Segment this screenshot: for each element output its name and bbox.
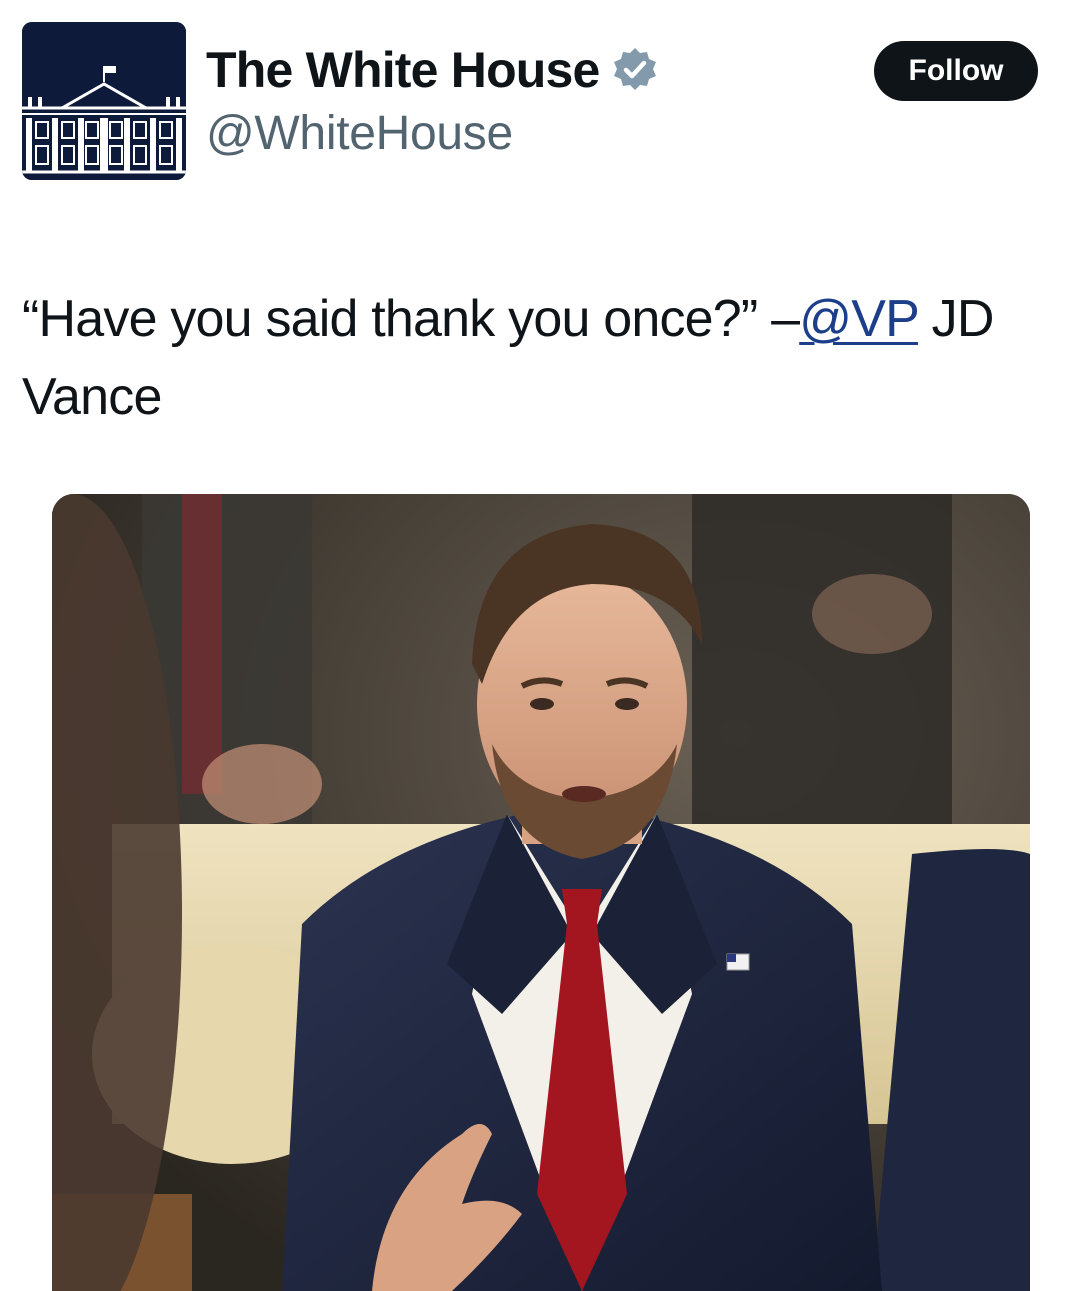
white-house-building-icon: [22, 22, 186, 180]
follow-button[interactable]: Follow: [874, 41, 1038, 101]
tweet-text-quote: “Have you said thank you once?” –: [22, 290, 800, 348]
mention-link[interactable]: @VP: [799, 290, 919, 348]
account-header: The White House: [206, 38, 660, 102]
verified-badge-icon[interactable]: [610, 45, 660, 95]
tweet-media-photo[interactable]: [52, 494, 1030, 1291]
tweet-text: “Have you said thank you once?” –@VP JD …: [22, 280, 1062, 436]
photo-illustration: [52, 494, 1030, 1291]
account-handle[interactable]: @WhiteHouse: [206, 110, 513, 158]
display-name[interactable]: The White House: [206, 45, 600, 95]
profile-avatar[interactable]: [22, 22, 186, 180]
